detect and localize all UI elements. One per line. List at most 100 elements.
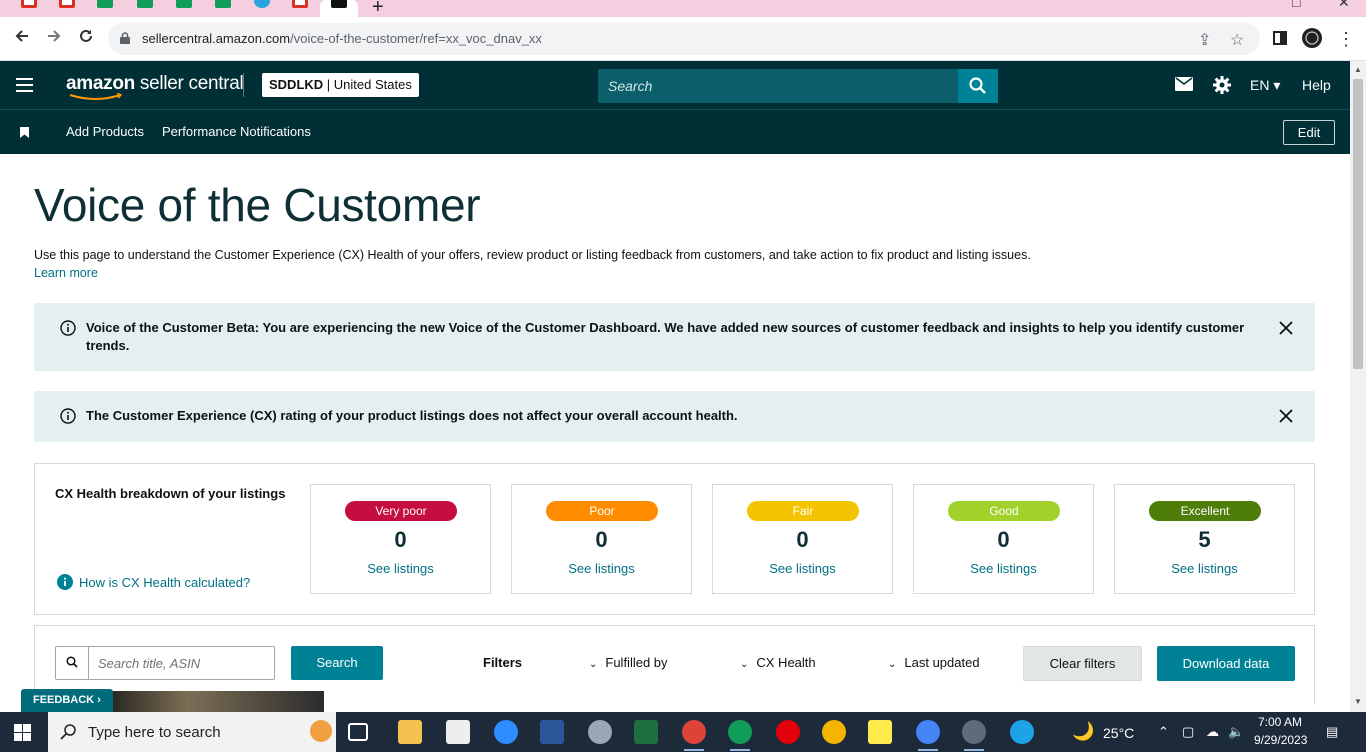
search-icon [60, 724, 76, 740]
scroll-down-icon[interactable]: ▼ [1354, 697, 1362, 706]
search-icon [969, 77, 986, 94]
edit-nav-button[interactable]: Edit [1283, 120, 1335, 145]
reload-icon[interactable] [74, 27, 98, 51]
help-link[interactable]: Help [1302, 77, 1331, 93]
see-listings-link[interactable]: See listings [1115, 561, 1294, 576]
browser-tab[interactable] [48, 0, 86, 17]
weather-moon-icon[interactable]: 🌙 [1072, 721, 1094, 742]
browser-toolbar: sellercentral.amazon.com/voice-of-the-cu… [0, 17, 1366, 61]
close-window-icon[interactable]: ✕ [1338, 0, 1350, 11]
browser-tab[interactable] [204, 0, 242, 17]
volume-icon[interactable]: 🔈 [1228, 724, 1244, 740]
page-title: Voice of the Customer [34, 179, 481, 231]
taskbar-search [48, 712, 336, 752]
app-icon[interactable] [446, 720, 470, 744]
scrollbar-thumb[interactable] [1353, 79, 1363, 369]
chrome-icon[interactable] [962, 720, 986, 751]
cx-tile-excellent: Excellent 5 See listings [1114, 484, 1295, 594]
browser-menu-icon[interactable]: ⋮ [1334, 27, 1358, 51]
file-explorer-icon[interactable] [398, 720, 422, 744]
hamburger-menu-icon[interactable] [16, 78, 33, 92]
see-listings-link[interactable]: See listings [512, 561, 691, 576]
cx-rating-alert: The Customer Experience (CX) rating of y… [34, 391, 1315, 442]
cx-rating-badge: Poor [546, 501, 658, 521]
beta-alert: Voice of the Customer Beta: You are expe… [34, 303, 1315, 371]
chrome-icon[interactable] [682, 720, 706, 751]
network-icon[interactable]: ☁ [1206, 724, 1219, 740]
browser-tab[interactable] [243, 0, 281, 17]
tray-app-icon[interactable]: ▢ [1182, 724, 1194, 740]
clock-date[interactable]: 9/29/2023 [1254, 733, 1307, 747]
listing-search-button[interactable]: Search [291, 646, 383, 680]
chevron-up-icon[interactable]: ⌃ [1158, 724, 1169, 740]
browser-tab[interactable] [10, 0, 48, 17]
feedback-tab[interactable]: FEEDBACK › [21, 689, 113, 712]
page-scrollbar[interactable]: ▲ ▼ [1350, 61, 1366, 712]
settings-gear-icon[interactable] [1213, 76, 1231, 99]
browser-tab[interactable] [281, 0, 319, 17]
taskbar-search-input[interactable] [88, 720, 288, 744]
browser-tab[interactable] [126, 0, 164, 17]
scroll-up-icon[interactable]: ▲ [1354, 65, 1362, 74]
close-icon[interactable] [1279, 409, 1293, 423]
share-icon[interactable]: ⇪ [1198, 30, 1211, 50]
bookmark-icon[interactable] [20, 127, 29, 138]
cx-tile-poor: Poor 0 See listings [511, 484, 692, 594]
clock-time[interactable]: 7:00 AM [1258, 715, 1302, 729]
account-switcher[interactable]: SDDLKD | United States [262, 73, 419, 97]
maximize-icon[interactable]: □ [1292, 0, 1300, 10]
fulfilled-by-dropdown[interactable]: ⌄ Fulfilled by [589, 655, 668, 670]
see-listings-link[interactable]: See listings [311, 561, 490, 576]
see-listings-link[interactable]: See listings [713, 561, 892, 576]
amazon-seller-central-logo[interactable]: amazon seller central [66, 73, 244, 100]
amazon-icon [331, 0, 347, 8]
profile-avatar[interactable] [1300, 27, 1324, 51]
listing-search-input[interactable] [90, 647, 270, 679]
cx-health-card: CX Health breakdown of your listings How… [34, 463, 1315, 615]
subnav-add-products[interactable]: Add Products [66, 124, 144, 139]
word-icon[interactable] [540, 720, 564, 744]
opera-icon[interactable] [776, 720, 800, 744]
video-thumbnail[interactable] [97, 691, 324, 712]
task-view-icon[interactable] [348, 723, 368, 741]
windows-start-icon[interactable] [14, 724, 31, 741]
mail-icon[interactable] [1175, 77, 1193, 96]
temperature-text[interactable]: 25°C [1103, 725, 1134, 741]
last-updated-dropdown[interactable]: ⌄ Last updated [888, 655, 980, 670]
header-search-button[interactable] [958, 69, 998, 103]
see-listings-link[interactable]: See listings [914, 561, 1093, 576]
notification-icon[interactable]: ▤ [1326, 724, 1338, 740]
language-selector[interactable]: EN ▾ [1250, 77, 1280, 94]
chevron-down-icon: ⌄ [740, 659, 749, 670]
header-search-input[interactable] [598, 69, 958, 103]
sticky-notes-icon[interactable] [868, 720, 892, 744]
close-icon[interactable] [1279, 321, 1293, 335]
cx-health-how-link[interactable]: How is CX Health calculated? [57, 574, 250, 590]
download-data-button[interactable]: Download data [1157, 646, 1295, 681]
browser-icon[interactable] [822, 720, 846, 744]
cx-health-dropdown[interactable]: ⌄ CX Health [740, 655, 816, 670]
browser-tab[interactable] [86, 0, 124, 17]
excel-icon[interactable] [634, 720, 658, 744]
cx-tile-count: 0 [796, 527, 809, 552]
cx-rating-badge: Very poor [345, 501, 457, 521]
browser-tab-active[interactable] [320, 0, 358, 17]
forward-icon[interactable] [42, 27, 66, 51]
cx-health-heading: CX Health breakdown of your listings [55, 486, 286, 501]
side-panel-icon[interactable] [1268, 27, 1292, 51]
cx-rating-alert-text: The Customer Experience (CX) rating of y… [86, 408, 738, 423]
bookmark-star-icon[interactable]: ☆ [1230, 30, 1244, 50]
subnav-performance-notifications[interactable]: Performance Notifications [162, 124, 311, 139]
internet-explorer-icon[interactable] [1010, 720, 1034, 744]
chrome-icon[interactable] [728, 720, 752, 751]
paint-icon[interactable] [588, 720, 612, 744]
back-icon[interactable] [10, 27, 34, 51]
cx-tile-count: 0 [394, 527, 407, 552]
chrome-icon[interactable] [916, 720, 940, 751]
learn-more-link[interactable]: Learn more [34, 266, 98, 280]
clear-filters-button[interactable]: Clear filters [1023, 646, 1142, 681]
zoom-icon[interactable] [494, 720, 518, 744]
browser-tab[interactable] [165, 0, 203, 17]
cx-tile-good: Good 0 See listings [913, 484, 1094, 594]
address-bar[interactable]: sellercentral.amazon.com/voice-of-the-cu… [108, 23, 1260, 55]
